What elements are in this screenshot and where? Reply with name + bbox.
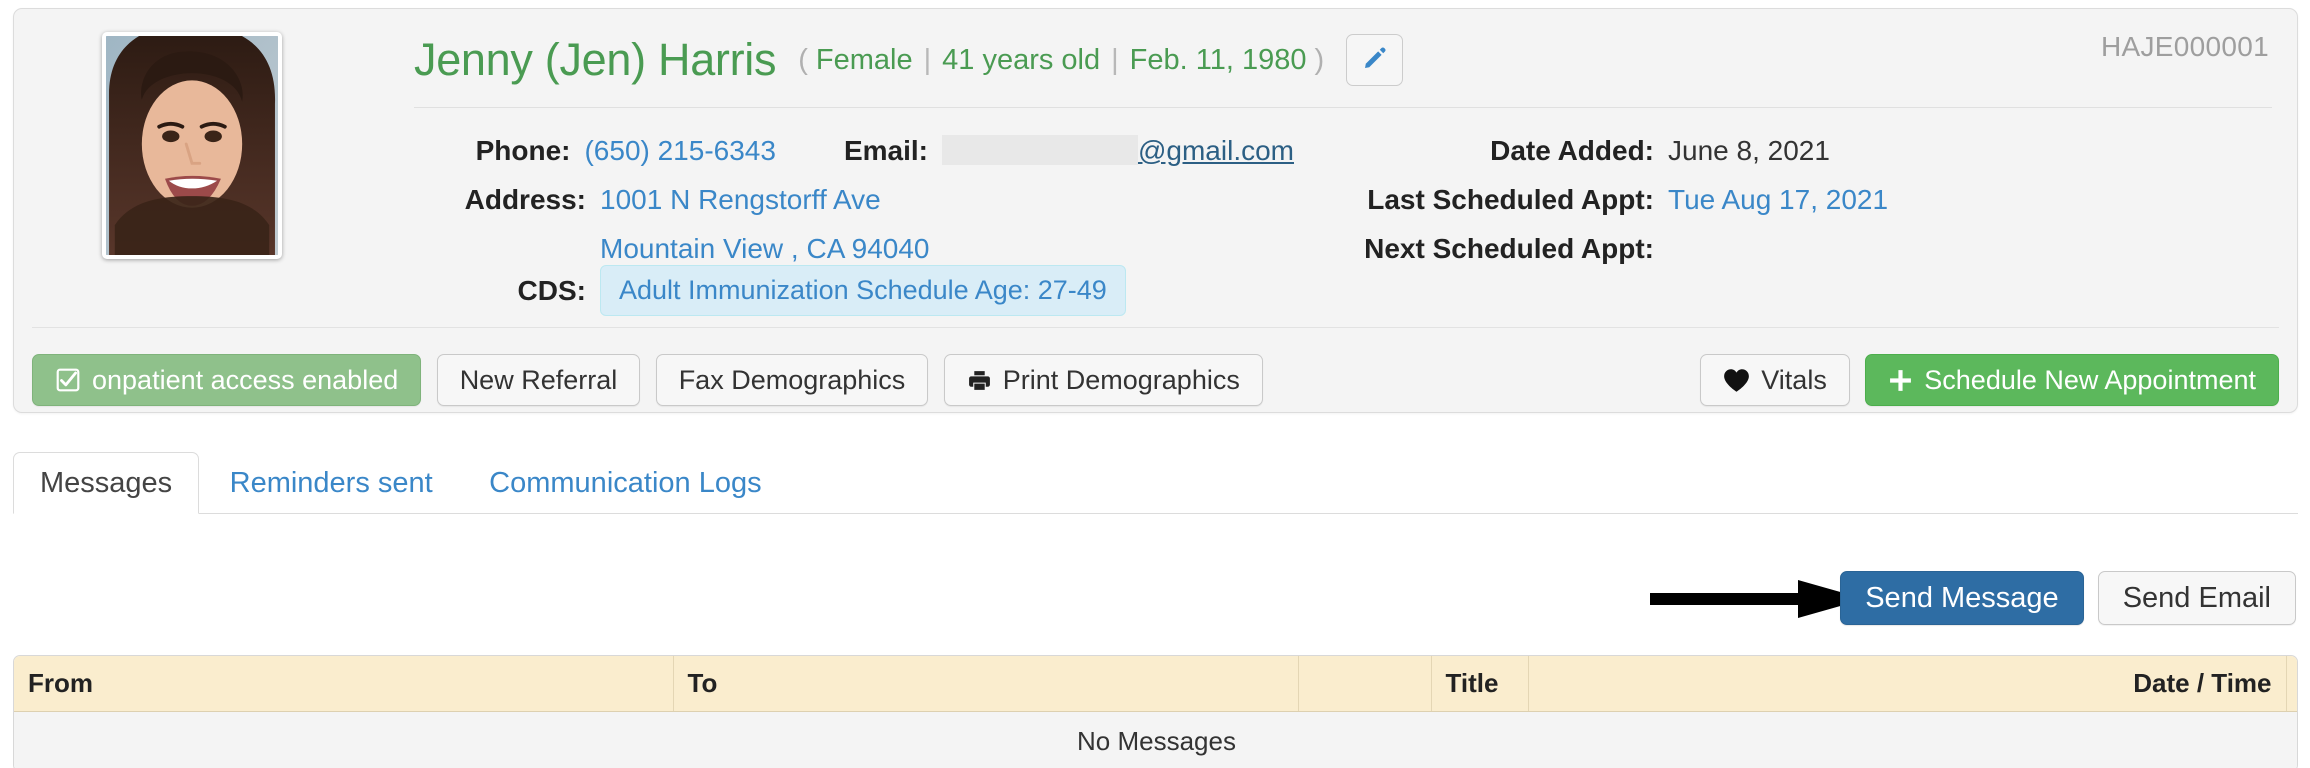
messages-table: From To Title Date / Time No Messages — [13, 655, 2298, 768]
right-actions: Vitals Schedule New Appointment — [1700, 354, 2279, 406]
patient-chart-page: Jenny (Jen) Harris ( Female | 41 years o… — [0, 0, 2310, 768]
patient-chart-id: HAJE000001 — [2100, 31, 2269, 62]
column-header-date-time[interactable]: Date / Time — [1528, 656, 2287, 712]
checkbox-checked-icon — [55, 367, 81, 393]
fax-demographics-label: Fax Demographics — [678, 364, 906, 395]
email-value-wrap[interactable]: @gmail.com — [941, 129, 1294, 173]
heart-icon — [1723, 368, 1750, 393]
header-divider — [414, 107, 2272, 108]
patient-name-row: Jenny (Jen) Harris ( Female | 41 years o… — [414, 31, 1404, 89]
annotation-arrow — [1650, 578, 1865, 620]
pencil-icon — [1362, 45, 1388, 76]
tab-bar: Messages Reminders sent Communication Lo… — [13, 452, 2298, 514]
column-header-blank-3 — [2286, 656, 2297, 712]
cds-row: CDS: Adult Immunization Schedule Age: 27… — [414, 265, 1126, 316]
tab-reminders-sent[interactable]: Reminders sent — [204, 452, 459, 514]
send-email-button[interactable]: Send Email — [2097, 571, 2296, 625]
last-appt-value[interactable]: Tue Aug 17, 2021 — [1668, 178, 1888, 222]
tab-reminders-sent-label: Reminders sent — [229, 466, 433, 499]
onpatient-access-button[interactable]: onpatient access enabled — [32, 354, 422, 406]
email-redacted-block — [941, 135, 1138, 165]
demo-separator-1: | — [923, 43, 932, 76]
cds-label: CDS: — [517, 274, 586, 306]
print-demographics-label: Print Demographics — [1002, 364, 1240, 395]
demo-separator-2: | — [1111, 43, 1119, 76]
contact-info-block: Phone: (650) 215-6343 Email: @gmail.com … — [414, 129, 1294, 271]
column-header-title[interactable]: Title — [1431, 656, 1529, 712]
paren-open: ( — [798, 43, 808, 76]
phone-row: Phone: (650) 215-6343 Email: @gmail.com — [414, 129, 1294, 173]
action-bar: onpatient access enabled New Referral Fa… — [32, 354, 2279, 410]
actions-divider — [32, 327, 2279, 328]
patient-age: 41 years old — [942, 43, 1101, 76]
next-appt-label: Next Scheduled Appt: — [1364, 233, 1654, 264]
next-appt-row: Next Scheduled Appt: — [1314, 227, 2214, 271]
patient-demographics: ( Female | 41 years old | Feb. 11, 1980 … — [798, 44, 1324, 77]
new-referral-button[interactable]: New Referral — [436, 354, 641, 406]
date-added-value: June 8, 2021 — [1668, 135, 1830, 166]
cds-badge[interactable]: Adult Immunization Schedule Age: 27-49 — [600, 265, 1126, 316]
date-added-label: Date Added: — [1490, 135, 1654, 166]
fax-demographics-button[interactable]: Fax Demographics — [655, 354, 929, 406]
appointment-info-block: Date Added: June 8, 2021 Last Scheduled … — [1314, 129, 2214, 276]
onpatient-access-label: onpatient access enabled — [92, 364, 399, 395]
last-appt-label: Last Scheduled Appt: — [1367, 184, 1654, 215]
date-added-row: Date Added: June 8, 2021 — [1314, 129, 2214, 173]
vitals-button[interactable]: Vitals — [1700, 354, 1850, 406]
tab-messages[interactable]: Messages — [13, 452, 200, 514]
column-header-from[interactable]: From — [14, 656, 674, 712]
vitals-label: Vitals — [1761, 364, 1827, 395]
send-message-button[interactable]: Send Message — [1840, 571, 2084, 625]
table-row: No Messages — [14, 711, 2297, 768]
patient-header-panel: Jenny (Jen) Harris ( Female | 41 years o… — [13, 8, 2298, 413]
page-title: Jenny (Jen) Harris — [414, 34, 777, 85]
address-label: Address: — [464, 184, 586, 215]
email-label: Email: — [843, 135, 928, 166]
edit-patient-button[interactable] — [1346, 34, 1404, 86]
tab-messages-label: Messages — [40, 466, 173, 499]
plus-icon — [1888, 368, 1913, 393]
patient-dob: Feb. 11, 1980 — [1129, 43, 1307, 76]
left-actions: onpatient access enabled New Referral Fa… — [32, 354, 1263, 406]
phone-value[interactable]: (650) 215-6343 — [584, 129, 775, 173]
column-header-blank-1 — [1298, 656, 1432, 712]
last-appt-row: Last Scheduled Appt: Tue Aug 17, 2021 — [1314, 178, 2214, 222]
address-line-1[interactable]: 1001 N Rengstorff Ave — [600, 178, 881, 222]
send-email-label: Send Email — [2122, 581, 2271, 614]
column-header-to[interactable]: To — [673, 656, 1299, 712]
email-domain[interactable]: @gmail.com — [1138, 135, 1294, 166]
tab-communication-logs-label: Communication Logs — [489, 466, 762, 499]
address-row: Address: 1001 N Rengstorff Ave — [414, 178, 1294, 222]
printer-icon — [967, 368, 992, 393]
schedule-new-appointment-label: Schedule New Appointment — [1924, 364, 2256, 395]
patient-gender: Female — [815, 43, 913, 76]
new-referral-label: New Referral — [459, 364, 618, 395]
paren-close: ) — [1314, 43, 1325, 76]
send-message-label: Send Message — [1865, 581, 2059, 614]
print-demographics-button[interactable]: Print Demographics — [943, 354, 1263, 406]
schedule-new-appointment-button[interactable]: Schedule New Appointment — [1865, 354, 2279, 406]
empty-state-message: No Messages — [14, 711, 2297, 768]
avatar[interactable] — [102, 32, 282, 259]
phone-label: Phone: — [475, 135, 571, 166]
table-header-row: From To Title Date / Time — [14, 656, 2297, 712]
message-actions: Send Message Send Email — [1840, 570, 2296, 626]
tab-communication-logs[interactable]: Communication Logs — [463, 452, 787, 514]
